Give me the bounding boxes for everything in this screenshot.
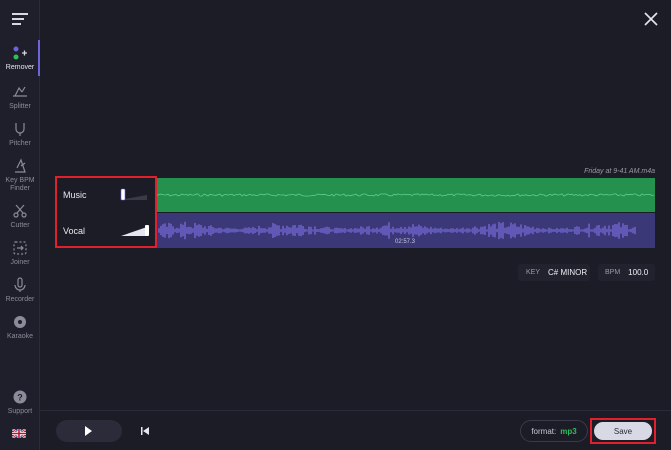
music-waveform <box>156 178 655 212</box>
play-icon <box>84 426 93 436</box>
sidebar-item-label: Karaoke <box>0 333 40 341</box>
playback-time: 02:57.3 <box>395 239 415 245</box>
svg-text:?: ? <box>17 393 23 403</box>
pitcher-icon <box>12 121 28 137</box>
vocal-wave-bars <box>159 222 635 239</box>
joiner-icon <box>12 240 28 256</box>
key-value: C# MINOR <box>548 268 587 277</box>
sidebar-item-support[interactable]: ? Support <box>0 389 40 416</box>
splitter-icon <box>12 84 28 100</box>
music-wave-line <box>156 194 654 196</box>
sidebar-item-cutter[interactable]: Cutter <box>0 203 40 230</box>
sidebar-item-label: Pitcher <box>0 140 40 148</box>
close-icon[interactable] <box>643 11 659 27</box>
sidebar: Remover Splitter Pitcher Key BPM Finder … <box>0 0 40 450</box>
sidebar-item-label-line2: Finder <box>0 185 40 193</box>
recorder-icon <box>12 277 28 293</box>
save-button[interactable]: Save <box>594 422 652 440</box>
sidebar-item-remover[interactable]: Remover <box>0 45 40 72</box>
sidebar-item-label: Support <box>0 408 40 416</box>
sidebar-item-karaoke[interactable]: Karaoke <box>0 314 40 341</box>
sidebar-item-label-line1: Key BPM <box>0 177 40 185</box>
file-name: Friday at 9-41 AM.m4a <box>500 168 655 175</box>
key-display: KEY C# MINOR <box>518 264 590 281</box>
key-label: KEY <box>526 269 540 276</box>
sidebar-item-label: Splitter <box>0 103 40 111</box>
key-bpm-finder-icon <box>12 158 28 174</box>
menu-icon[interactable] <box>12 13 28 26</box>
music-track[interactable] <box>156 178 655 212</box>
bpm-label: BPM <box>605 269 620 276</box>
play-button[interactable] <box>56 420 122 442</box>
track-controls-highlight <box>55 176 157 248</box>
sidebar-item-splitter[interactable]: Splitter <box>0 84 40 111</box>
bpm-value: 100.0 <box>628 268 648 277</box>
sidebar-item-label: Joiner <box>0 259 40 267</box>
format-value: mp3 <box>560 427 576 436</box>
sidebar-item-label: Recorder <box>0 296 40 304</box>
sidebar-item-key-bpm-finder[interactable]: Key BPM Finder <box>0 158 40 193</box>
sidebar-item-pitcher[interactable]: Pitcher <box>0 121 40 148</box>
sidebar-item-recorder[interactable]: Recorder <box>0 277 40 304</box>
sidebar-item-joiner[interactable]: Joiner <box>0 240 40 267</box>
karaoke-icon <box>12 314 28 330</box>
cutter-icon <box>12 203 28 219</box>
format-selector[interactable]: format: mp3 <box>520 420 588 442</box>
remover-icon <box>12 45 28 61</box>
format-label: format: <box>531 427 556 436</box>
sidebar-item-label: Remover <box>0 64 40 72</box>
skip-to-start-icon[interactable] <box>140 426 150 436</box>
sidebar-item-label: Cutter <box>0 222 40 230</box>
bpm-display: BPM 100.0 <box>598 264 655 281</box>
uk-flag-icon[interactable] <box>12 429 26 438</box>
support-icon: ? <box>12 389 28 405</box>
